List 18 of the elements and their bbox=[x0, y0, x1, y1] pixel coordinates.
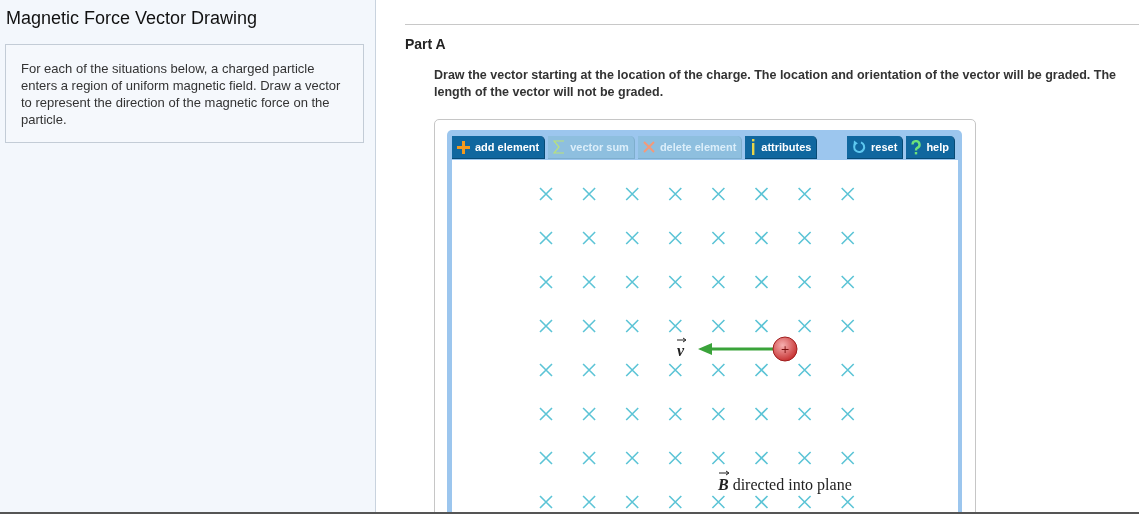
help-button[interactable]: help bbox=[906, 136, 955, 159]
add-button[interactable]: add element bbox=[452, 136, 546, 159]
reset-icon bbox=[852, 140, 867, 154]
reset-button[interactable]: reset bbox=[847, 136, 904, 159]
plus-icon bbox=[457, 140, 470, 154]
drawing-canvas[interactable]: v + B directed into plane bbox=[452, 160, 958, 512]
field-direction-label: B directed into plane bbox=[718, 470, 852, 493]
sigma-icon bbox=[553, 140, 566, 154]
intro-text: For each of the situations below, a charged particle enters a region of uniform magnetic field. Draw a vector to represent the direction of the magnetic force on the particle. bbox=[5, 44, 364, 143]
info-icon bbox=[750, 139, 757, 155]
help-icon bbox=[911, 139, 922, 155]
instructions-text: Draw the vector starting at the location of the charge. The location and orientation of the vector will be graded. The length of the vector will not be graded. bbox=[434, 67, 1118, 101]
x-icon bbox=[642, 141, 655, 153]
page-title: Magnetic Force Vector Drawing bbox=[6, 8, 259, 29]
info-button[interactable]: attributes bbox=[745, 136, 818, 159]
part-title: Part A bbox=[405, 36, 447, 52]
positive-charge: + bbox=[772, 336, 798, 362]
velocity-label: v bbox=[676, 337, 687, 359]
